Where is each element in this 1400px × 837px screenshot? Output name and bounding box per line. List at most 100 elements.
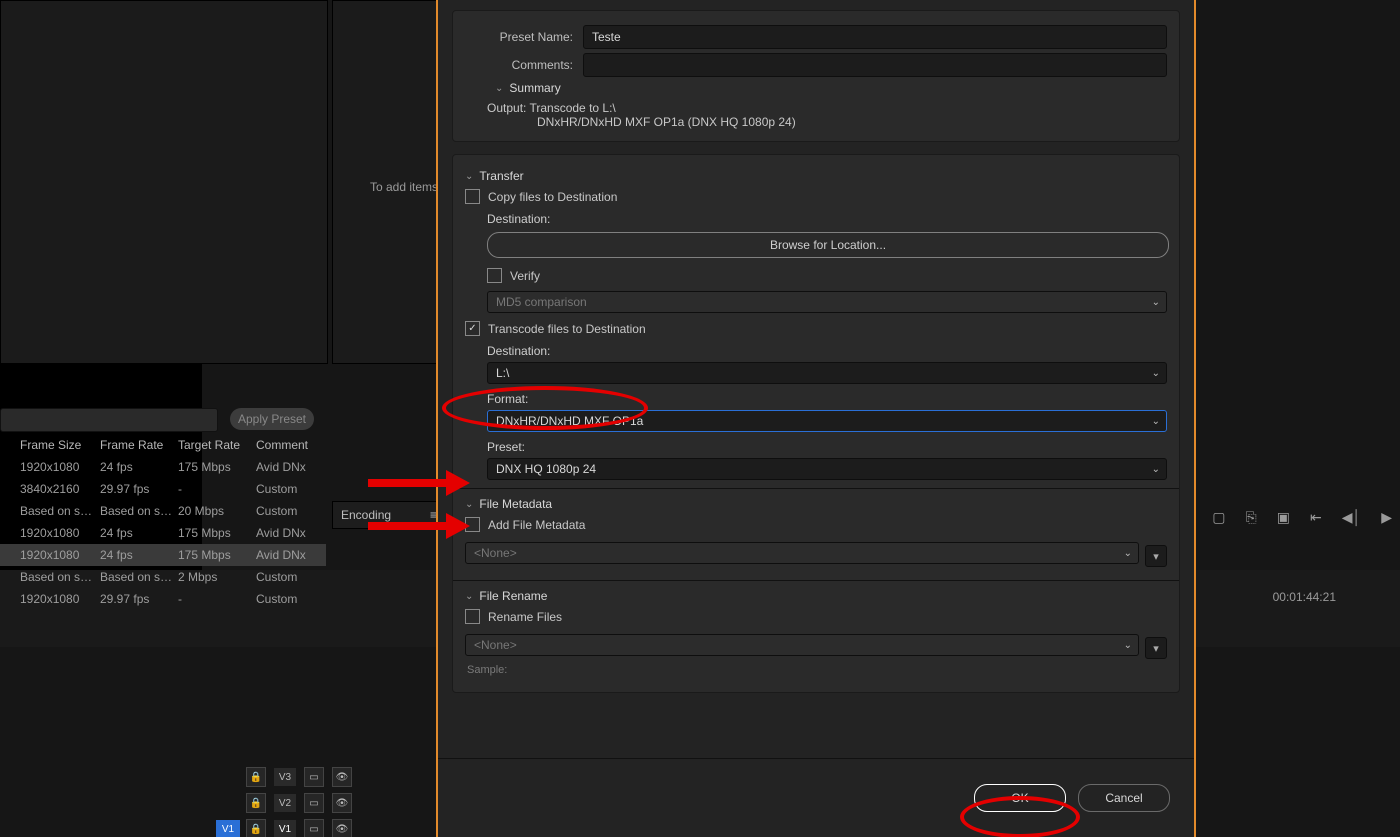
table-row[interactable]: 1920x1080 29.97 fps - Custom (0, 588, 326, 610)
preset-search-input[interactable] (0, 408, 218, 432)
col-comment: Comment (256, 438, 326, 452)
rename-sample-label: Sample: (467, 664, 1167, 676)
chevron-down-icon: ⌄ (1124, 548, 1132, 559)
chevron-down-icon[interactable]: ⌄ (465, 171, 473, 182)
preset-table: Frame Size Frame Rate Target Rate Commen… (0, 434, 326, 610)
cancel-button[interactable]: Cancel (1078, 784, 1170, 812)
browse-location-button[interactable]: Browse for Location... (487, 232, 1169, 258)
summary-output-line1: Transcode to L:\ (529, 101, 615, 115)
new-metadata-preset-button[interactable]: ▾ (1145, 545, 1167, 567)
transfer-card: ⌄ Transfer Copy files to Destination Des… (452, 154, 1180, 693)
transcode-checkbox[interactable]: ✓ (465, 321, 480, 336)
table-row[interactable]: 1920x1080 24 fps 175 Mbps Avid DNx (0, 456, 326, 478)
rename-none: <None> (474, 638, 517, 652)
track-row: 🔒 V3 ▭ 👁 (246, 766, 352, 788)
program-timecode: 00:01:44:21 (1273, 590, 1336, 604)
comments-label: Comments: (465, 58, 583, 72)
transcode-destination-dropdown[interactable]: L:\ ⌄ (487, 362, 1167, 384)
transcode-destination-label: Destination: (487, 344, 1167, 358)
file-metadata-preset-dropdown: <None> ⌄ (465, 542, 1139, 564)
chevron-down-icon: ⌄ (1124, 640, 1132, 651)
source-v1-toggle[interactable]: V1 (216, 820, 240, 837)
sync-lock-icon[interactable]: ▭ (304, 793, 324, 813)
verify-label: Verify (510, 269, 540, 283)
transfer-destination-label: Destination: (487, 212, 1167, 226)
file-metadata-none: <None> (474, 546, 517, 560)
comments-input[interactable] (583, 53, 1167, 77)
add-items-hint: To add items (370, 180, 438, 194)
export-frame-icon[interactable]: ⎘ (1246, 509, 1257, 526)
rename-files-checkbox[interactable] (465, 609, 480, 624)
table-row[interactable]: 3840x2160 29.97 fps - Custom (0, 478, 326, 500)
chevron-down-icon[interactable]: ⌄ (495, 83, 503, 94)
sync-lock-icon[interactable]: ▭ (304, 819, 324, 837)
col-frame-size: Frame Size (0, 438, 100, 452)
lock-icon[interactable]: 🔒 (246, 767, 266, 787)
chevron-down-icon: ⌄ (1152, 297, 1160, 308)
preset-name-input[interactable]: Teste (583, 25, 1167, 49)
preset-summary-card: Preset Name: Teste Comments: ⌄ Summary O… (452, 10, 1180, 142)
copy-files-checkbox[interactable] (465, 189, 480, 204)
preset-dropdown[interactable]: DNX HQ 1080p 24 ⌄ (487, 458, 1167, 480)
track-v1-label[interactable]: V1 (274, 820, 296, 837)
col-frame-rate: Frame Rate (100, 438, 178, 452)
step-back-icon[interactable]: ◀│ (1342, 509, 1362, 526)
add-file-metadata-label: Add File Metadata (488, 518, 585, 532)
preset-name-label: Preset Name: (465, 30, 583, 44)
transcode-label: Transcode files to Destination (488, 322, 646, 336)
format-dropdown[interactable]: DNxHR/DNxHD MXF OP1a ⌄ (487, 410, 1167, 432)
chevron-down-icon[interactable]: ⌄ (465, 591, 473, 602)
eye-icon[interactable]: 👁 (332, 767, 352, 787)
copy-files-label: Copy files to Destination (488, 190, 617, 204)
summary-header: Summary (509, 81, 560, 95)
table-row[interactable]: 1920x1080 24 fps 175 Mbps Avid DNx (0, 544, 326, 566)
encoding-panel-header[interactable]: Encoding ≡ (332, 501, 446, 529)
verify-method-value: MD5 comparison (496, 295, 587, 309)
chevron-down-icon: ⌄ (1152, 416, 1160, 427)
eye-icon[interactable]: 👁 (332, 793, 352, 813)
timeline-track-headers: 🔒 V3 ▭ 👁 🔒 V2 ▭ 👁 🔒 V1 ▭ 👁 (246, 766, 352, 837)
apply-preset-button[interactable]: Apply Preset (230, 408, 314, 430)
play-icon[interactable]: ▶ (1381, 509, 1392, 526)
chevron-down-icon[interactable]: ⌄ (465, 499, 473, 510)
add-file-metadata-checkbox[interactable] (465, 517, 480, 532)
verify-checkbox[interactable] (487, 268, 502, 283)
sync-lock-icon[interactable]: ▭ (304, 767, 324, 787)
track-row: 🔒 V2 ▭ 👁 (246, 792, 352, 814)
chevron-down-icon: ⌄ (1152, 464, 1160, 475)
rename-preset-dropdown: <None> ⌄ (465, 634, 1139, 656)
summary-output-label: Output: (487, 101, 526, 115)
transcode-destination-value: L:\ (496, 366, 509, 380)
viewer-toolbar: ▢ ⎘ ▣ ⇤ ◀│ ▶ (1212, 509, 1392, 526)
eye-icon[interactable]: 👁 (332, 819, 352, 837)
rename-files-label: Rename Files (488, 610, 562, 624)
table-row[interactable]: Based on s… Based on s… 2 Mbps Custom (0, 566, 326, 588)
format-value: DNxHR/DNxHD MXF OP1a (496, 414, 643, 428)
format-label: Format: (487, 392, 1167, 406)
preset-label: Preset: (487, 440, 1167, 454)
table-row[interactable]: 1920x1080 24 fps 175 Mbps Avid DNx (0, 522, 326, 544)
preset-value: DNX HQ 1080p 24 (496, 462, 596, 476)
summary-output-line2: DNxHR/DNxHD MXF OP1a (DNX HQ 1080p 24) (537, 115, 1167, 129)
track-row: 🔒 V1 ▭ 👁 (246, 818, 352, 837)
chevron-down-icon: ⌄ (1152, 368, 1160, 379)
track-v3-label[interactable]: V3 (274, 768, 296, 786)
marker-icon[interactable]: ▢ (1212, 509, 1225, 526)
ok-button[interactable]: OK (974, 784, 1066, 812)
safe-margins-icon[interactable]: ▣ (1277, 509, 1290, 526)
col-target-rate: Target Rate (178, 438, 256, 452)
file-metadata-header: File Metadata (479, 497, 552, 511)
lock-icon[interactable]: 🔒 (246, 819, 266, 837)
app-stage: To add items Apply Preset Frame Size Fra… (0, 0, 1400, 837)
encoding-label: Encoding (341, 508, 391, 522)
file-rename-header: File Rename (479, 589, 547, 603)
lock-icon[interactable]: 🔒 (246, 793, 266, 813)
table-row[interactable]: Based on s… Based on s… 20 Mbps Custom (0, 500, 326, 522)
bg-panel (0, 0, 328, 364)
new-rename-preset-button[interactable]: ▾ (1145, 637, 1167, 659)
transfer-header: Transfer (479, 169, 523, 183)
go-to-in-icon[interactable]: ⇤ (1310, 509, 1322, 526)
table-header: Frame Size Frame Rate Target Rate Commen… (0, 434, 326, 456)
track-v2-label[interactable]: V2 (274, 794, 296, 812)
verify-method-dropdown: MD5 comparison ⌄ (487, 291, 1167, 313)
